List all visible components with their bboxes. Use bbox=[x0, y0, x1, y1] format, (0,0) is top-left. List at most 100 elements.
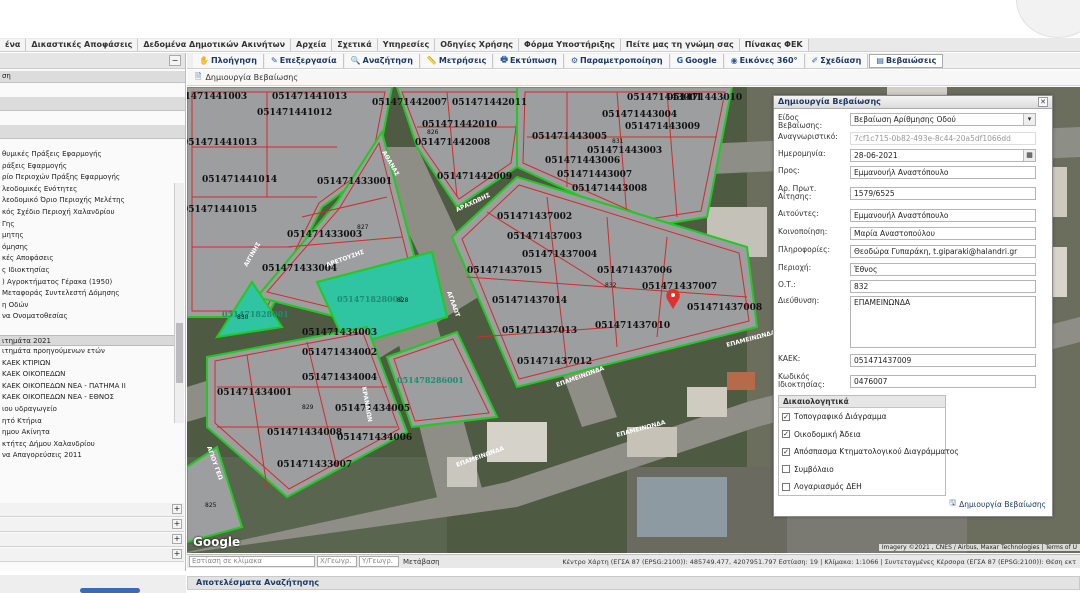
parcel-label[interactable]: 051471437010 bbox=[595, 321, 670, 331]
panel-section-row[interactable]: + bbox=[0, 533, 184, 547]
menu-item-4[interactable]: Σχετικά bbox=[332, 38, 378, 51]
x-coordinate-input[interactable]: Χ/Γεωγρ. bbox=[317, 556, 357, 567]
y-coordinate-input[interactable]: Υ/Γεωγρ. bbox=[359, 556, 399, 567]
create-certificate-link[interactable]: Δημιουργία Βεβαίωσης bbox=[205, 73, 298, 82]
map-attribution[interactable]: Imagery ©2021 , CNES / Airbus, Maxar Tec… bbox=[878, 544, 1080, 551]
field-input[interactable]: Θεοδώρα Γυπαράκη, t.giparaki@halandri.gr bbox=[850, 245, 1036, 258]
zoom-scale-input[interactable]: Εστίαση σε κλίμακα bbox=[189, 556, 315, 567]
layer-item[interactable]: λεοδομικό Όριο Περιοχής Μελέτης bbox=[0, 195, 174, 207]
parcel-label[interactable]: 051471443003 bbox=[587, 146, 662, 156]
checkbox[interactable] bbox=[782, 465, 790, 474]
parcel-label[interactable]: 051471433001 bbox=[317, 177, 392, 187]
parcel-label[interactable]: 051471442008 bbox=[415, 138, 490, 148]
layer-item[interactable]: ράξεις Εφαρμογής bbox=[0, 161, 174, 173]
parcel-label[interactable]: 051471443009 bbox=[625, 122, 700, 132]
field-input[interactable]: Έθνος bbox=[850, 263, 1036, 276]
toolbar-google-button[interactable]: G Google bbox=[670, 53, 724, 68]
toolbar-search-button[interactable]: 🔍 Αναζήτηση bbox=[344, 53, 420, 68]
layer-item[interactable]: κές Αποφάσεις bbox=[0, 253, 174, 265]
field-input[interactable]: Εμμανουήλ Αναστόπουλο bbox=[850, 166, 1036, 179]
parcel-label[interactable]: 051471434002 bbox=[302, 348, 377, 358]
toolbar-ruler-button[interactable]: 📏 Μετρήσεις bbox=[420, 53, 494, 68]
layer-item[interactable]: ΚΑΕΚ ΟΙΚΟΠΕΔΩΝ bbox=[0, 369, 174, 381]
layers-scrollbar[interactable] bbox=[174, 183, 184, 423]
parcel-label[interactable]: 051471442009 bbox=[437, 172, 512, 182]
parcel-label[interactable]: 051471433003 bbox=[287, 230, 362, 240]
menu-item-9[interactable]: Πίνακας ΦΕΚ bbox=[739, 38, 809, 51]
panel-section-row[interactable]: + bbox=[0, 548, 184, 562]
expand-icon[interactable]: + bbox=[172, 504, 182, 514]
layer-item[interactable]: κτήτες Δήμου Χαλανδρίου bbox=[0, 439, 174, 451]
owner-code-field[interactable]: 0476007 bbox=[850, 375, 1036, 388]
layer-item[interactable]: η Οδών bbox=[0, 300, 174, 312]
panel-section-row[interactable]: + bbox=[0, 503, 184, 517]
close-icon[interactable]: ✕ bbox=[1038, 97, 1048, 107]
parcel-label[interactable]: 051471442011 bbox=[452, 98, 527, 108]
footer-tab[interactable] bbox=[80, 588, 140, 593]
parcel-label[interactable]: 051471434003 bbox=[302, 328, 377, 338]
layer-item[interactable] bbox=[0, 323, 174, 335]
toolbar-panorama-button[interactable]: ◉ Εικόνες 360° bbox=[724, 53, 805, 68]
parcel-label[interactable]: 051471437013 bbox=[502, 326, 577, 336]
collapse-panel-button[interactable]: − bbox=[169, 55, 181, 66]
layer-item[interactable]: ιτημάτα προηγούμενων ετών bbox=[0, 346, 174, 358]
parcel-label[interactable]: 051471437003 bbox=[507, 232, 582, 242]
layer-item[interactable]: μητης bbox=[0, 230, 174, 242]
layer-item[interactable]: Μεταφοράς Συντελεστή Δόμησης bbox=[0, 288, 174, 300]
layer-item[interactable]: ΚΑΕΚ ΟΙΚΟΠΕΔΩΝ ΝΕΑ - ΠΑΤΗΜΑ ΙΙ bbox=[0, 381, 174, 393]
parcel-label[interactable]: 051471437004 bbox=[522, 250, 597, 260]
parcel-label[interactable]: 051471437012 bbox=[517, 357, 592, 367]
menu-item-1[interactable]: Δικαστικές Αποφάσεις bbox=[26, 38, 139, 51]
parcel-label[interactable]: 051471434008 bbox=[267, 428, 342, 438]
layer-item[interactable]: κός Σχέδιο Περιοχή Χαλανδρίου bbox=[0, 207, 174, 219]
menu-item-8[interactable]: Πείτε μας τη γνώμη σας bbox=[620, 38, 740, 51]
expand-icon[interactable]: + bbox=[172, 549, 182, 559]
parcel-label[interactable]: 051471443004 bbox=[602, 110, 677, 120]
layers-section-header[interactable]: ση bbox=[0, 71, 185, 83]
scrollbar-thumb[interactable] bbox=[176, 323, 183, 383]
checkbox[interactable]: ✓ bbox=[782, 447, 790, 456]
document-checkbox-row[interactable]: ✓ Οικοδομική Άδεια bbox=[779, 426, 945, 444]
layer-item[interactable]: ) Αγροκτήματος Γέρακα (1950) bbox=[0, 277, 174, 289]
panel-section-row[interactable]: + bbox=[0, 518, 184, 532]
layer-item[interactable]: ρίο Περιοχών Πράξης Εφαρμογής bbox=[0, 172, 174, 184]
document-checkbox-row[interactable]: Λογαριασμός ΔΕΗ bbox=[779, 478, 945, 496]
checkbox[interactable]: ✓ bbox=[782, 430, 790, 439]
parcel-label[interactable]: 051471828001 bbox=[222, 309, 289, 319]
field-input[interactable]: Εμμανουήλ Αναστόπουλο bbox=[850, 209, 1036, 222]
menu-item-6[interactable]: Οδηγίες Χρήσης bbox=[435, 38, 520, 51]
layer-item[interactable]: Γης bbox=[0, 219, 174, 231]
parcel-label[interactable]: 051471441012 bbox=[257, 108, 332, 118]
parcel-label[interactable]: 051471433007 bbox=[277, 460, 352, 470]
parcel-label[interactable]: 051478286001 bbox=[397, 375, 464, 385]
parcel-label[interactable]: 051471437008 bbox=[687, 303, 762, 313]
parcel-label[interactable]: 051471443006 bbox=[545, 156, 620, 166]
layer-item[interactable]: ημου Ακίνητα bbox=[0, 427, 174, 439]
menu-item-0[interactable]: ένα bbox=[0, 38, 27, 51]
field-input[interactable]: 28-06-2021 bbox=[850, 149, 1036, 162]
layer-item[interactable]: λεοδομικές Ενότητες bbox=[0, 184, 174, 196]
layer-item[interactable]: να Ονοματοθεσίας bbox=[0, 311, 174, 323]
goto-button[interactable]: Μετάβαση bbox=[403, 558, 440, 566]
layer-item[interactable]: ιτημάτα 2021 bbox=[0, 334, 174, 347]
expand-icon[interactable]: + bbox=[172, 534, 182, 544]
parcel-label[interactable]: 051471828001 bbox=[337, 294, 404, 304]
parcel-label[interactable]: 051471437014 bbox=[492, 296, 567, 306]
toolbar-settings-button[interactable]: ⚙ Παραμετροποίηση bbox=[564, 53, 670, 68]
layer-item[interactable]: θυμικές Πράξεις Εφαρμογής bbox=[0, 149, 174, 161]
parcel-label[interactable]: 051471434004 bbox=[302, 373, 377, 383]
toolbar-print-button[interactable]: 🖶 Εκτύπωση bbox=[494, 53, 564, 68]
parcel-label[interactable]: 051471443007 bbox=[557, 170, 632, 180]
layer-item[interactable]: ητό Κτήρια bbox=[0, 416, 174, 428]
layer-item[interactable]: ς Ιδιοκτησίας bbox=[0, 265, 174, 277]
layers-section-bar-2[interactable] bbox=[0, 125, 185, 139]
menu-item-5[interactable]: Υπηρεσίες bbox=[377, 38, 436, 51]
parcel-label[interactable]: 051471443005 bbox=[532, 132, 607, 142]
menu-item-2[interactable]: Δεδομένα Δημοτικών Ακινήτων bbox=[138, 38, 292, 51]
parcel-label[interactable]: 051471443008 bbox=[572, 184, 647, 194]
parcel-label[interactable]: 051471434005 bbox=[335, 404, 410, 414]
layer-item[interactable]: να Απαγορεύσεις 2011 bbox=[0, 450, 174, 462]
checkbox[interactable]: ✓ bbox=[782, 412, 790, 421]
parcel-label[interactable]: 051471434001 bbox=[217, 388, 292, 398]
layer-item[interactable]: ΚΑΕΚ ΚΤΙΡΙΩΝ bbox=[0, 358, 174, 370]
